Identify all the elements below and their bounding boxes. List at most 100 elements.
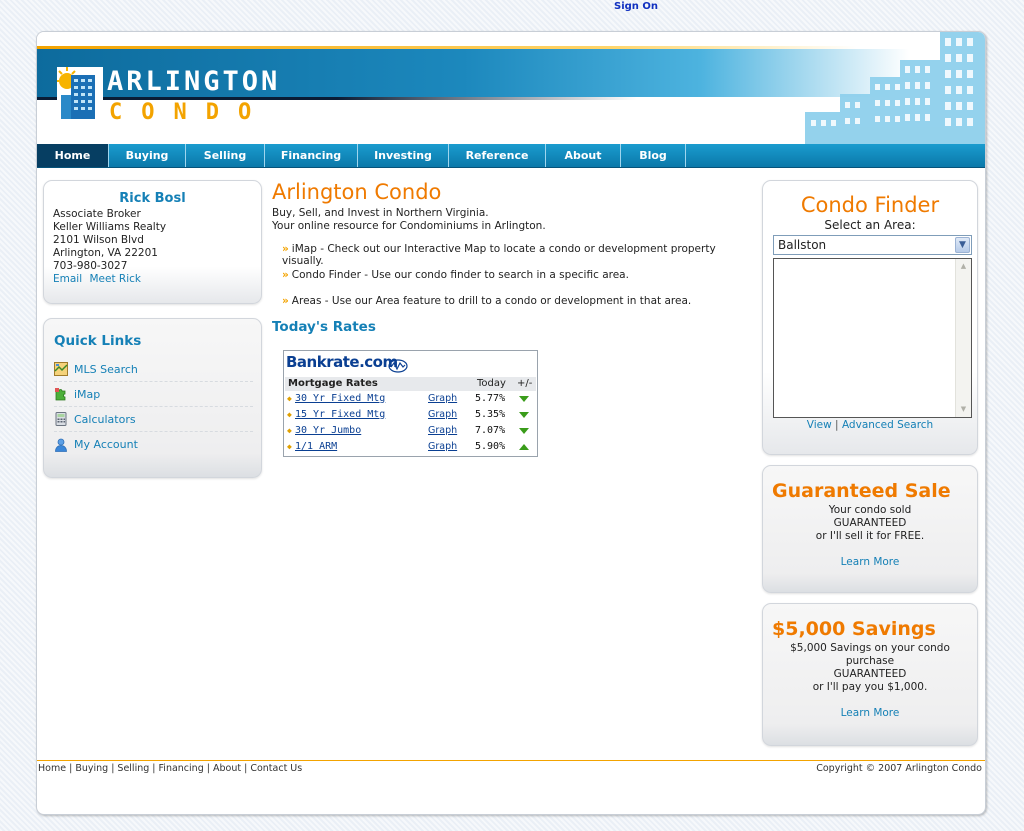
quick-link-label[interactable]: Calculators: [74, 413, 136, 426]
rates-header-today: Today: [477, 378, 506, 389]
quick-links-title: Quick Links: [54, 333, 142, 349]
area-select-value: Ballston: [778, 238, 827, 252]
listbox-scrollbar[interactable]: ▲ ▼: [955, 259, 971, 417]
quick-link-imap[interactable]: iMap: [54, 382, 253, 407]
email-link[interactable]: Email: [53, 273, 82, 285]
quick-link-label[interactable]: iMap: [74, 388, 100, 401]
main-content: Arlington Condo Buy, Sell, and Invest in…: [272, 180, 752, 335]
guaranteed-sale-title: Guaranteed Sale: [772, 480, 951, 502]
feature-text-condo-finder: Condo Finder - Use our condo finder to s…: [291, 269, 629, 281]
page-frame: ARLINGTON CONDO Home Buying Selling Fina…: [36, 31, 986, 815]
quick-link-label[interactable]: MLS Search: [74, 363, 138, 376]
nav-home[interactable]: Home: [37, 144, 109, 167]
rate-product-link[interactable]: 15 Yr Fixed Mtg: [295, 409, 385, 420]
area-select[interactable]: Ballston ▼: [773, 235, 972, 255]
scroll-down-icon[interactable]: ▼: [957, 403, 970, 416]
rates-header-label: Mortgage Rates: [288, 378, 378, 389]
footer-link-buying[interactable]: Buying: [75, 763, 108, 774]
link-separator: |: [835, 419, 839, 431]
nav-selling[interactable]: Selling: [186, 144, 265, 167]
nav-blog[interactable]: Blog: [621, 144, 686, 167]
bankrate-logo[interactable]: Bankrate.com: [286, 353, 398, 371]
promo-text: or I'll sell it for FREE.: [815, 530, 925, 542]
bullet-icon: ◆: [287, 410, 292, 419]
nav-financing[interactable]: Financing: [265, 144, 358, 167]
calculator-icon: [55, 412, 67, 426]
condo-finder-panel: Condo Finder Select an Area: Ballston ▼ …: [762, 180, 978, 455]
select-area-label: Select an Area:: [824, 218, 916, 232]
nav-reference[interactable]: Reference: [449, 144, 546, 167]
graph-link[interactable]: Graph: [428, 441, 457, 452]
double-arrow-icon: »: [282, 295, 289, 307]
footer-link-home[interactable]: Home: [38, 763, 66, 774]
learn-more-link[interactable]: Learn More: [763, 707, 977, 719]
nav-investing[interactable]: Investing: [358, 144, 449, 167]
quick-links-panel: Quick Links MLS Search iMap Calculators …: [43, 318, 262, 478]
advanced-search-link[interactable]: Advanced Search: [842, 419, 933, 431]
scroll-up-icon[interactable]: ▲: [957, 260, 970, 273]
feature-text-imap: iMap - Check out our Interactive Map to …: [282, 243, 716, 267]
rate-product-link[interactable]: 30 Yr Jumbo: [295, 425, 361, 436]
view-link[interactable]: View: [807, 419, 832, 431]
map-icon: [54, 362, 68, 376]
agent-name: Rick Bosl: [119, 191, 186, 206]
bullet-icon: ◆: [287, 426, 292, 435]
trend-up-icon: [519, 444, 529, 450]
feature-text-areas: Areas - Use our Area feature to drill to…: [291, 295, 692, 307]
feature-bullet: » iMap - Check out our Interactive Map to…: [282, 243, 752, 267]
intro-line-2: Your online resource for Condominiums in…: [272, 220, 546, 232]
user-icon: [55, 438, 67, 452]
quick-link-label[interactable]: My Account: [74, 438, 138, 451]
quick-link-calculators[interactable]: Calculators: [54, 407, 253, 432]
trend-down-icon: [519, 396, 529, 402]
graph-link[interactable]: Graph: [428, 393, 457, 404]
footer-links: Home | Buying | Selling | Financing | Ab…: [38, 763, 303, 774]
footer-link-contact[interactable]: Contact Us: [250, 763, 302, 774]
chevron-down-icon[interactable]: ▼: [955, 237, 970, 253]
promo-text: Your condo sold: [828, 504, 912, 516]
condo-results-listbox[interactable]: ▲ ▼: [773, 258, 972, 418]
contact-card: Rick Bosl Associate Broker Keller Willia…: [43, 180, 262, 304]
footer-link-about[interactable]: About: [213, 763, 241, 774]
rate-row: ◆ 15 Yr Fixed Mtg Graph 5.35%: [285, 408, 536, 424]
site-footer: Home | Buying | Selling | Financing | Ab…: [37, 760, 985, 814]
rate-value: 5.90%: [475, 441, 506, 452]
rate-product-link[interactable]: 1/1 ARM: [295, 441, 337, 452]
promo-text: purchase: [845, 655, 895, 667]
bankrate-widget: Bankrate.com Mortgage Rates Today +/- ◆ …: [283, 350, 538, 457]
graph-link[interactable]: Graph: [428, 425, 457, 436]
logo-sun-building-icon[interactable]: [57, 67, 103, 121]
savings-title: $5,000 Savings: [772, 618, 936, 640]
rates-header-row: Mortgage Rates Today +/-: [285, 377, 536, 391]
main-nav: Home Buying Selling Financing Investing …: [37, 144, 985, 168]
guaranteed-sale-panel: Guaranteed Sale Your condo sold GUARANTE…: [762, 465, 978, 593]
nav-about[interactable]: About: [546, 144, 621, 167]
promo-text: or I'll pay you $1,000.: [812, 681, 928, 693]
footer-link-financing[interactable]: Financing: [159, 763, 204, 774]
agent-city: Arlington, VA 22201: [53, 247, 158, 259]
double-arrow-icon: »: [282, 243, 289, 255]
quick-link-mls-search[interactable]: MLS Search: [54, 357, 253, 382]
learn-more-link[interactable]: Learn More: [763, 556, 977, 568]
double-arrow-icon: »: [282, 269, 289, 281]
feature-bullet: » Areas - Use our Area feature to drill t…: [282, 295, 752, 308]
promo-text: $5,000 Savings on your condo: [790, 642, 950, 654]
quick-link-my-account[interactable]: My Account: [54, 432, 253, 457]
meet-rick-link[interactable]: Meet Rick: [89, 273, 141, 285]
agent-company: Keller Williams Realty: [53, 221, 167, 233]
logo-wordmark-condo: CONDO: [109, 100, 271, 125]
agent-street: 2101 Wilson Blvd: [53, 234, 144, 246]
feature-bullet: » Condo Finder - Use our condo finder to …: [282, 269, 752, 282]
condo-finder-title: Condo Finder: [800, 193, 940, 217]
trend-down-icon: [519, 428, 529, 434]
nav-buying[interactable]: Buying: [109, 144, 186, 167]
sign-on-link[interactable]: Sign On: [614, 1, 658, 12]
skyline-buildings-graphic: [805, 32, 985, 144]
copyright-text: Copyright © 2007 Arlington Condo: [816, 763, 982, 774]
rate-product-link[interactable]: 30 Yr Fixed Mtg: [295, 393, 385, 404]
footer-link-selling[interactable]: Selling: [117, 763, 149, 774]
bullet-icon: ◆: [287, 394, 292, 403]
graph-link[interactable]: Graph: [428, 409, 457, 420]
bankrate-wave-icon: [388, 359, 408, 373]
site-header: ARLINGTON CONDO: [37, 32, 985, 144]
